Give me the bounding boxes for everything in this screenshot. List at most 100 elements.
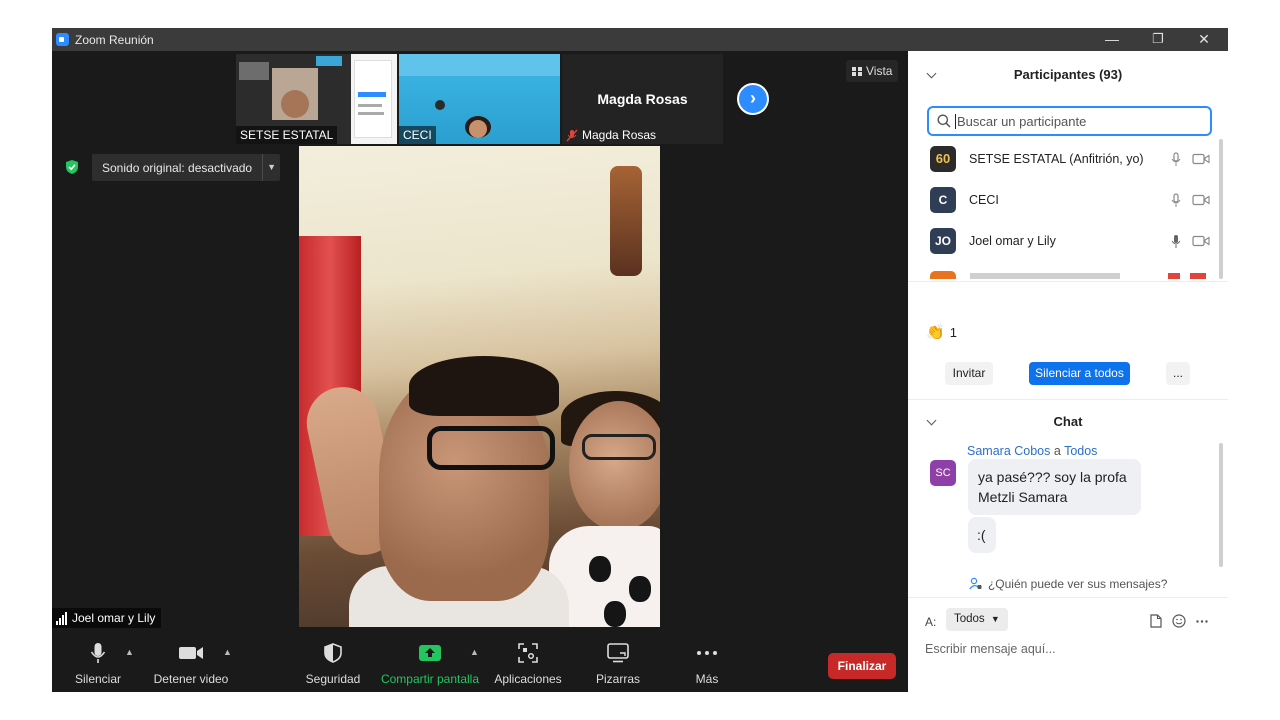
end-meeting-button[interactable]: Finalizar: [828, 653, 896, 679]
view-button[interactable]: Vista: [846, 60, 899, 82]
shield-icon: [324, 643, 342, 663]
participant-name: Joel omar y Lily: [969, 234, 1056, 248]
chevron-up-icon[interactable]: ▲: [223, 647, 232, 657]
microphone-icon[interactable]: [1168, 151, 1184, 167]
apps-button[interactable]: Aplicaciones: [492, 639, 564, 686]
video-camera-icon[interactable]: [1192, 194, 1210, 206]
chevron-up-icon[interactable]: ▲: [470, 647, 479, 657]
more-options-button[interactable]: ...: [1166, 362, 1190, 385]
avatar: 60: [930, 146, 956, 172]
avatar: C: [930, 187, 956, 213]
chat-scrollbar[interactable]: [1219, 443, 1223, 567]
chat-header: Chat: [1053, 414, 1083, 429]
thumbnail-name: Magda Rosas: [582, 128, 657, 142]
more-dots-icon: [697, 651, 717, 655]
avatar: JO: [930, 228, 956, 254]
meeting-area: SETSE ESTATAL CECI Magda Rosas Magda Ros…: [52, 51, 908, 692]
thumbnail-ceci[interactable]: CECI: [399, 54, 560, 144]
reactions-row: 👏 1: [926, 323, 957, 341]
thumbnail-name: CECI: [399, 126, 436, 144]
whiteboard-icon: [607, 643, 629, 663]
stop-video-label: Detener video: [153, 672, 229, 686]
chat-message-input[interactable]: Escribir mensaje aquí...: [925, 642, 1056, 656]
more-button[interactable]: Más: [682, 639, 732, 686]
who-can-see-messages-link[interactable]: ¿Quién puede ver sus mensajes?: [908, 577, 1228, 591]
recipient-select[interactable]: Todos ▼: [946, 608, 1008, 631]
active-speaker-label: Joel omar y Lily: [52, 608, 162, 628]
chat-to-word: a: [1053, 444, 1061, 458]
participants-header: Participantes (93): [1013, 67, 1123, 82]
search-icon: [937, 114, 951, 128]
chat-message: ya pasé??? soy la profa Metzli Samara: [968, 459, 1141, 515]
mute-button[interactable]: Silenciar: [68, 639, 128, 686]
minimize-button[interactable]: —: [1089, 28, 1135, 51]
share-screen-icon: [419, 645, 441, 661]
active-speaker-name: Joel omar y Lily: [72, 611, 156, 625]
emoji-icon[interactable]: [1172, 614, 1186, 628]
security-shield-icon[interactable]: [65, 159, 79, 175]
chat-message: :(: [968, 517, 996, 553]
chevron-down-icon[interactable]: ▼: [262, 154, 280, 181]
participant-row[interactable]: 60 SETSE ESTATAL (Anfitrión, yo): [930, 145, 1210, 173]
close-button[interactable]: ✕: [1181, 28, 1227, 51]
muted-mic-icon: [566, 129, 578, 141]
thumbnail-magda[interactable]: Magda Rosas Magda Rosas: [562, 54, 723, 144]
more-dots-icon[interactable]: [1196, 620, 1208, 623]
security-label: Seguridad: [305, 672, 361, 686]
stop-video-button[interactable]: Detener video: [150, 639, 232, 686]
reaction-count: 1: [949, 324, 957, 340]
chat-recipient[interactable]: Todos: [1064, 444, 1097, 458]
video-camera-icon: [179, 647, 203, 659]
chat-sender-line: Samara Cobos a Todos: [967, 444, 1097, 458]
avatar: SC: [930, 460, 956, 486]
chat-sender-name[interactable]: Samara Cobos: [967, 444, 1050, 458]
video-camera-icon[interactable]: [1192, 153, 1210, 165]
participant-row[interactable]: JO Joel omar y Lily: [930, 227, 1210, 255]
meeting-toolbar: Silenciar ▲ Detener video ▲ Seguridad Co…: [52, 639, 908, 692]
participant-name: CECI: [969, 193, 999, 207]
whiteboards-label: Pizarras: [595, 672, 640, 686]
mute-all-button[interactable]: Silenciar a todos: [1029, 362, 1130, 385]
side-panel: Participantes (93) Buscar un participant…: [908, 51, 1228, 692]
microphone-icon[interactable]: [1168, 234, 1184, 249]
to-label: A:: [925, 615, 937, 629]
participant-name: SETSE ESTATAL (Anfitrión, yo): [969, 152, 1144, 166]
zoom-window: Zoom Reunión — ❐ ✕ SETSE ESTATAL CECI Ma…: [52, 28, 1228, 692]
chevron-down-icon: ▼: [990, 614, 1000, 624]
apps-label: Aplicaciones: [494, 672, 562, 686]
zoom-logo-icon: [56, 33, 69, 46]
search-placeholder: Buscar un participante: [957, 113, 1087, 129]
apps-icon: [518, 643, 538, 663]
microphone-icon: [90, 643, 106, 663]
participant-name-large: Magda Rosas: [597, 91, 688, 107]
file-icon[interactable]: [1150, 614, 1162, 628]
participant-row-partial: [930, 271, 1220, 279]
next-page-button[interactable]: ›: [737, 83, 769, 115]
window-title: Zoom Reunión: [75, 33, 154, 47]
thumbnail-setse[interactable]: SETSE ESTATAL: [236, 54, 397, 144]
restore-button[interactable]: ❐: [1135, 28, 1181, 51]
original-sound-toggle[interactable]: Sonido original: desactivado ▼: [92, 154, 281, 181]
mute-label: Silenciar: [74, 672, 122, 686]
security-button[interactable]: Seguridad: [302, 639, 364, 686]
microphone-icon[interactable]: [1168, 192, 1184, 208]
share-screen-label: Compartir pantalla: [380, 672, 480, 686]
invite-button[interactable]: Invitar: [945, 362, 993, 385]
original-sound-label: Sonido original: desactivado: [102, 160, 253, 175]
chevron-up-icon[interactable]: ▲: [125, 647, 134, 657]
recipient-value: Todos: [954, 613, 985, 625]
active-speaker-video: [299, 146, 660, 627]
who-can-see-label: ¿Quién puede ver sus mensajes?: [987, 577, 1168, 591]
signal-strength-icon: [56, 611, 67, 625]
title-bar: Zoom Reunión — ❐ ✕: [52, 28, 1228, 51]
participants-scrollbar[interactable]: [1219, 139, 1223, 279]
person-lock-icon: [968, 577, 982, 590]
video-camera-icon[interactable]: [1192, 235, 1210, 247]
whiteboards-button[interactable]: Pizarras: [588, 639, 648, 686]
share-screen-button[interactable]: Compartir pantalla: [378, 639, 482, 686]
grid-icon: [852, 67, 862, 76]
view-label: Vista: [866, 64, 893, 78]
clapping-hands-icon: 👏: [926, 324, 945, 341]
participant-search-input[interactable]: Buscar un participante: [927, 106, 1212, 136]
participant-row[interactable]: C CECI: [930, 186, 1210, 214]
